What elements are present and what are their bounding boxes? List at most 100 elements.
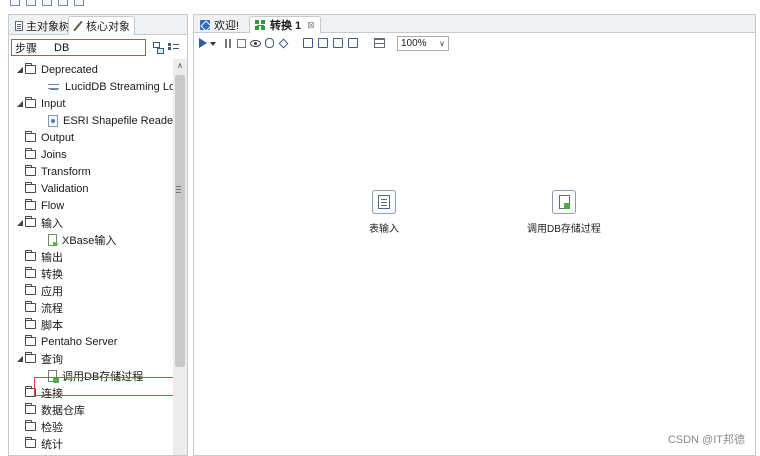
tree-label: XBase输入 [62, 234, 117, 247]
tree-label: Flow [41, 199, 65, 212]
step-search-label: 步骤 [15, 42, 37, 55]
impact-analysis-icon[interactable] [318, 38, 328, 48]
save-as-icon[interactable] [58, 0, 68, 6]
tree-label: Input [41, 97, 66, 110]
shapefile-reader-icon [48, 114, 58, 127]
verify-icon[interactable] [303, 38, 313, 48]
save-icon[interactable] [42, 0, 52, 6]
transformation-toolbar: 100% ∨ [194, 34, 755, 52]
selected-step-highlight [34, 377, 180, 396]
folder-icon [25, 165, 36, 176]
tree-label: Pentaho Server [41, 335, 118, 348]
folder-icon [25, 284, 36, 295]
tree-folder-pentaho-server[interactable]: Pentaho Server [15, 333, 117, 350]
tree-label: 输出 [41, 251, 63, 264]
tree-label: Output [41, 131, 75, 144]
step-search-box: 步骤 [11, 39, 146, 56]
expanded-arrow-icon[interactable]: ◢ [15, 65, 25, 74]
tree-label: LucidDB Streaming Lo [65, 80, 173, 93]
tree-folder-transform-cn[interactable]: 转换 [15, 265, 63, 282]
transformation-canvas[interactable]: 表输入 调用DB存储过程 CSDN @IT邦德 [194, 53, 755, 455]
zoom-select[interactable]: 100% ∨ [397, 36, 449, 51]
tab-core-objects[interactable]: 核心对象 [68, 16, 135, 35]
tree-label: 输入 [41, 217, 63, 230]
tree-folder-scripting-cn[interactable]: 脚本 [15, 316, 63, 333]
editor-panel: 欢迎! 转换 1 ⊠ 100% ∨ 表输入 调用DB存储过程 CSDN @IT邦… [193, 14, 756, 456]
chevron-down-icon: ∨ [439, 39, 445, 48]
sql-icon[interactable] [333, 38, 343, 48]
tree-folder-deprecated[interactable]: ◢ Deprecated [15, 61, 98, 78]
replay-icon[interactable] [278, 38, 289, 49]
tree-folder-validation[interactable]: Validation [15, 180, 89, 197]
tree-label: 脚本 [41, 319, 63, 332]
expanded-arrow-icon[interactable]: ◢ [15, 218, 25, 227]
tree-folder-transform[interactable]: Transform [15, 163, 91, 180]
folder-icon [25, 216, 36, 227]
folder-icon [25, 267, 36, 278]
debug-icon[interactable] [265, 38, 274, 48]
explore-database-icon[interactable] [348, 38, 358, 48]
tree-step-esri-shapefile-reader[interactable]: ESRI Shapefile Reader [48, 112, 173, 129]
folder-icon [25, 97, 36, 108]
tree-folder-statistics-cn[interactable]: 统计 [15, 435, 63, 452]
folder-icon [25, 63, 36, 74]
tree-folder-validation-cn[interactable]: 检验 [15, 418, 63, 435]
tree-step-xbase-input[interactable]: XBase输入 [48, 231, 116, 248]
tab-welcome-label: 欢迎! [214, 19, 240, 32]
tree-folder-data-warehouse-cn[interactable]: 数据仓库 [15, 401, 85, 418]
layers-icon[interactable] [74, 0, 84, 6]
panel-splitter-handle[interactable] [176, 186, 182, 194]
tab-welcome[interactable]: 欢迎! [195, 16, 244, 33]
step-node-table-input[interactable]: 表输入 [369, 190, 399, 235]
top-toolbar [0, 0, 760, 12]
run-icon[interactable] [199, 38, 207, 48]
welcome-icon [200, 19, 210, 30]
scroll-thumb[interactable] [175, 75, 185, 367]
pause-icon[interactable] [223, 38, 234, 49]
folder-icon [25, 182, 36, 193]
tab-main-tree[interactable]: 主对象树 [11, 16, 74, 35]
db-procedure-icon[interactable] [551, 190, 576, 214]
step-node-call-db-procedure[interactable]: 调用DB存储过程 [527, 190, 601, 235]
tree-folder-output-cn[interactable]: 输出 [15, 248, 63, 265]
tree-step-luciddb-streaming[interactable]: LucidDB Streaming Lo [48, 78, 173, 95]
preview-icon[interactable] [250, 40, 261, 47]
transformation-icon [255, 19, 266, 31]
tree-label: Deprecated [41, 63, 98, 76]
run-options-dropdown-icon[interactable] [210, 42, 216, 46]
tree-folder-utility-cn[interactable]: 应用 [15, 282, 63, 299]
tree-folder-flow-cn[interactable]: 流程 [15, 299, 63, 316]
folder-icon [25, 301, 36, 312]
table-input-icon[interactable] [372, 190, 396, 214]
show-results-icon[interactable] [374, 38, 385, 48]
tree-label: 应用 [41, 285, 63, 298]
collapse-all-icon[interactable] [152, 42, 164, 54]
tree-folder-flow[interactable]: Flow [15, 197, 64, 214]
zoom-value: 100% [401, 38, 427, 49]
close-tab-icon[interactable]: ⊠ [307, 20, 315, 31]
expanded-arrow-icon[interactable]: ◢ [15, 354, 25, 363]
tree-folder-input-cn[interactable]: ◢ 输入 [15, 214, 63, 231]
folder-icon [25, 199, 36, 210]
folder-icon [25, 318, 36, 329]
tree-scrollbar[interactable]: ∧ [173, 59, 187, 455]
tab-transformation-1[interactable]: 转换 1 ⊠ [249, 16, 321, 33]
folder-icon [25, 148, 36, 159]
new-file-icon[interactable] [10, 0, 20, 6]
expand-all-icon[interactable] [168, 42, 180, 53]
tree-label: 检验 [41, 421, 63, 434]
tree-folder-output[interactable]: Output [15, 129, 74, 146]
scroll-up-icon[interactable]: ∧ [173, 59, 187, 73]
folder-icon [25, 335, 36, 346]
open-file-icon[interactable] [26, 0, 36, 6]
watermark: CSDN @IT邦德 [667, 434, 745, 446]
expanded-arrow-icon[interactable]: ◢ [15, 99, 25, 108]
tree-folder-joins[interactable]: Joins [15, 146, 67, 163]
folder-icon [25, 250, 36, 261]
step-search-input[interactable] [54, 40, 139, 55]
tree-folder-lookup-cn[interactable]: ◢ 查询 [15, 350, 63, 367]
stop-icon[interactable] [237, 39, 246, 48]
tree-label: 流程 [41, 302, 63, 315]
tree-folder-input[interactable]: ◢ Input [15, 95, 65, 112]
tree-label: Validation [41, 182, 89, 195]
